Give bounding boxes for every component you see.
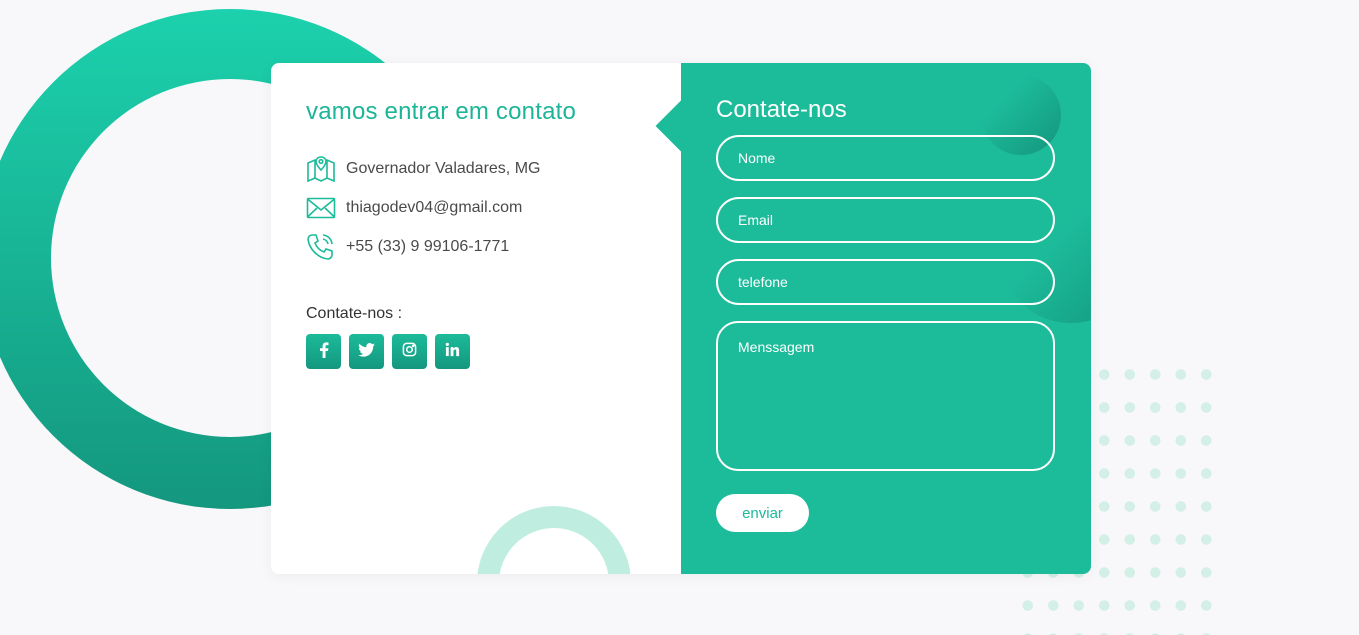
- social-links: [306, 334, 681, 369]
- mail-icon: [306, 193, 336, 223]
- email-text: thiagodev04@gmail.com: [346, 198, 523, 216]
- name-placeholder: Nome: [738, 150, 776, 166]
- message-placeholder: Menssagem: [738, 339, 815, 355]
- phone-text: +55 (33) 9 99106-1771: [346, 237, 510, 255]
- message-textarea[interactable]: Menssagem: [716, 321, 1055, 471]
- decorative-small-ring: [477, 506, 631, 574]
- phone-icon: [306, 232, 336, 262]
- contact-info-panel: vamos entrar em contato Governador Valad…: [271, 63, 707, 574]
- info-phone: +55 (33) 9 99106-1771: [306, 231, 681, 262]
- info-address: Governador Valadares, MG: [306, 153, 681, 184]
- email-input[interactable]: Email: [716, 197, 1055, 243]
- social-title: Contate-nos :: [306, 305, 403, 322]
- map-icon: [306, 154, 336, 184]
- form-title: Contate-nos: [716, 96, 847, 123]
- info-email: thiagodev04@gmail.com: [306, 192, 681, 223]
- instagram-icon: [402, 342, 417, 361]
- submit-button[interactable]: enviar: [716, 494, 809, 532]
- twitter-icon: [358, 342, 375, 361]
- phone-input[interactable]: telefone: [716, 259, 1055, 305]
- instagram-button[interactable]: [392, 334, 427, 369]
- address-text: Governador Valadares, MG: [346, 159, 541, 177]
- phone-placeholder: telefone: [738, 274, 788, 290]
- twitter-button[interactable]: [349, 334, 384, 369]
- name-input[interactable]: Nome: [716, 135, 1055, 181]
- linkedin-button[interactable]: [435, 334, 470, 369]
- contact-card: vamos entrar em contato Governador Valad…: [271, 63, 1091, 574]
- email-placeholder: Email: [738, 212, 774, 228]
- contact-info-title: vamos entrar em contato: [306, 98, 577, 125]
- facebook-icon: [319, 341, 329, 362]
- linkedin-icon: [445, 342, 460, 361]
- contact-form-panel: Contate-nos Nome Email telefone Menssage…: [681, 63, 1091, 574]
- facebook-button[interactable]: [306, 334, 341, 369]
- contact-info-list: Governador Valadares, MG thiagodev04@gma…: [306, 153, 681, 262]
